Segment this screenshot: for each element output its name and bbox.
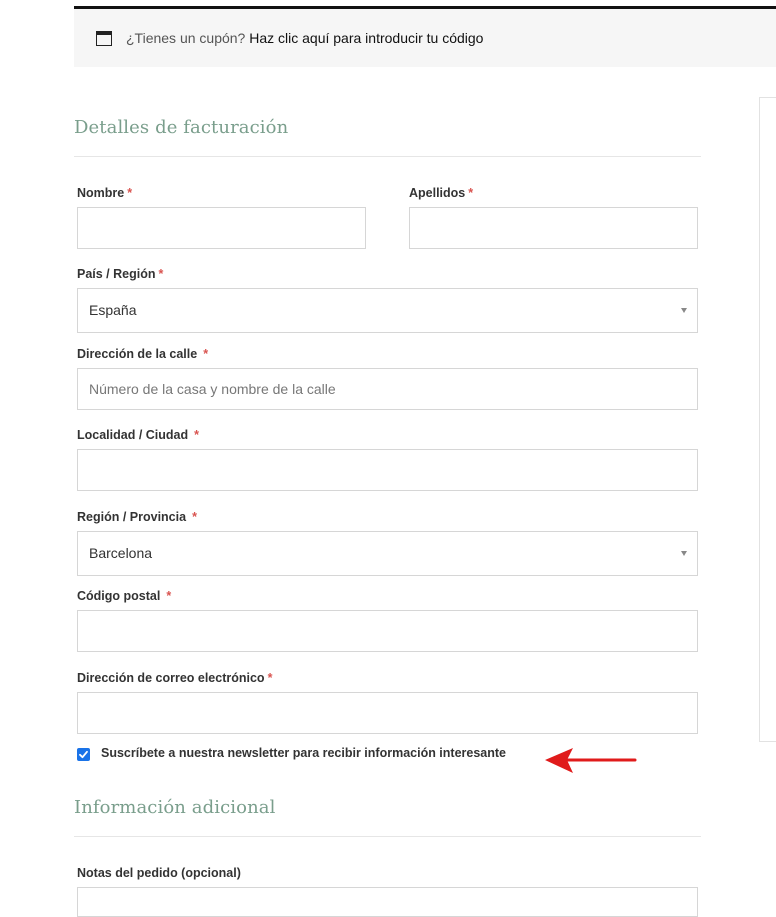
email-field[interactable] xyxy=(77,692,698,734)
required-mark: * xyxy=(166,589,172,603)
additional-title: Información adicional xyxy=(74,797,276,818)
order-notes-label: Notas del pedido (opcional) xyxy=(77,866,241,880)
last-name-label: Apellidos * xyxy=(409,186,473,200)
required-mark: * xyxy=(127,186,133,200)
chevron-down-icon xyxy=(681,551,687,556)
city-label-text: Localidad / Ciudad xyxy=(77,428,189,442)
required-mark: * xyxy=(192,510,197,524)
billing-divider xyxy=(74,156,701,157)
billing-title: Detalles de facturación xyxy=(74,117,289,138)
additional-divider xyxy=(74,836,701,837)
street-address-field[interactable] xyxy=(77,368,698,410)
email-label-text: Dirección de correo electrónico xyxy=(77,671,265,685)
street-label-text: Dirección de la calle xyxy=(77,347,198,361)
first-name-field[interactable] xyxy=(77,207,366,249)
newsletter-label[interactable]: Suscríbete a nuestra newsletter para rec… xyxy=(101,746,506,760)
required-mark: * xyxy=(267,671,273,685)
order-review-panel xyxy=(759,97,776,742)
required-mark: * xyxy=(194,428,199,442)
country-selected-value: España xyxy=(89,302,137,318)
postcode-field[interactable] xyxy=(77,610,698,652)
order-notes-field[interactable] xyxy=(77,887,698,917)
country-select[interactable]: España xyxy=(77,288,698,333)
postcode-label: Código postal * xyxy=(77,589,171,603)
checkmark-icon xyxy=(79,750,88,759)
country-label: País / Región * xyxy=(77,267,163,281)
coupon-link[interactable]: Haz clic aquí para introducir tu código xyxy=(249,30,483,46)
coupon-text: ¿Tienes un cupón? Haz clic aquí para int… xyxy=(126,30,483,46)
last-name-label-text: Apellidos xyxy=(409,186,466,200)
email-label: Dirección de correo electrónico * xyxy=(77,671,272,685)
required-mark: * xyxy=(158,267,164,281)
coupon-notice: ¿Tienes un cupón? Haz clic aquí para int… xyxy=(74,6,776,67)
first-name-label: Nombre * xyxy=(77,186,132,200)
required-mark: * xyxy=(203,347,209,361)
red-arrow-icon xyxy=(545,748,637,773)
street-label: Dirección de la calle * xyxy=(77,347,208,361)
state-select[interactable]: Barcelona xyxy=(77,531,698,576)
newsletter-checkbox[interactable] xyxy=(77,748,90,761)
state-label: Región / Provincia * xyxy=(77,510,197,524)
state-selected-value: Barcelona xyxy=(89,545,153,561)
city-label: Localidad / Ciudad * xyxy=(77,428,199,442)
postcode-label-text: Código postal xyxy=(77,589,161,603)
required-mark: * xyxy=(468,186,474,200)
city-field[interactable] xyxy=(77,449,698,491)
first-name-label-text: Nombre xyxy=(77,186,125,200)
window-icon xyxy=(96,31,112,46)
chevron-down-icon xyxy=(681,308,687,313)
country-label-text: País / Región xyxy=(77,267,156,281)
state-label-text: Región / Provincia xyxy=(77,510,187,524)
coupon-prompt: ¿Tienes un cupón? xyxy=(126,30,246,46)
last-name-field[interactable] xyxy=(409,207,698,249)
